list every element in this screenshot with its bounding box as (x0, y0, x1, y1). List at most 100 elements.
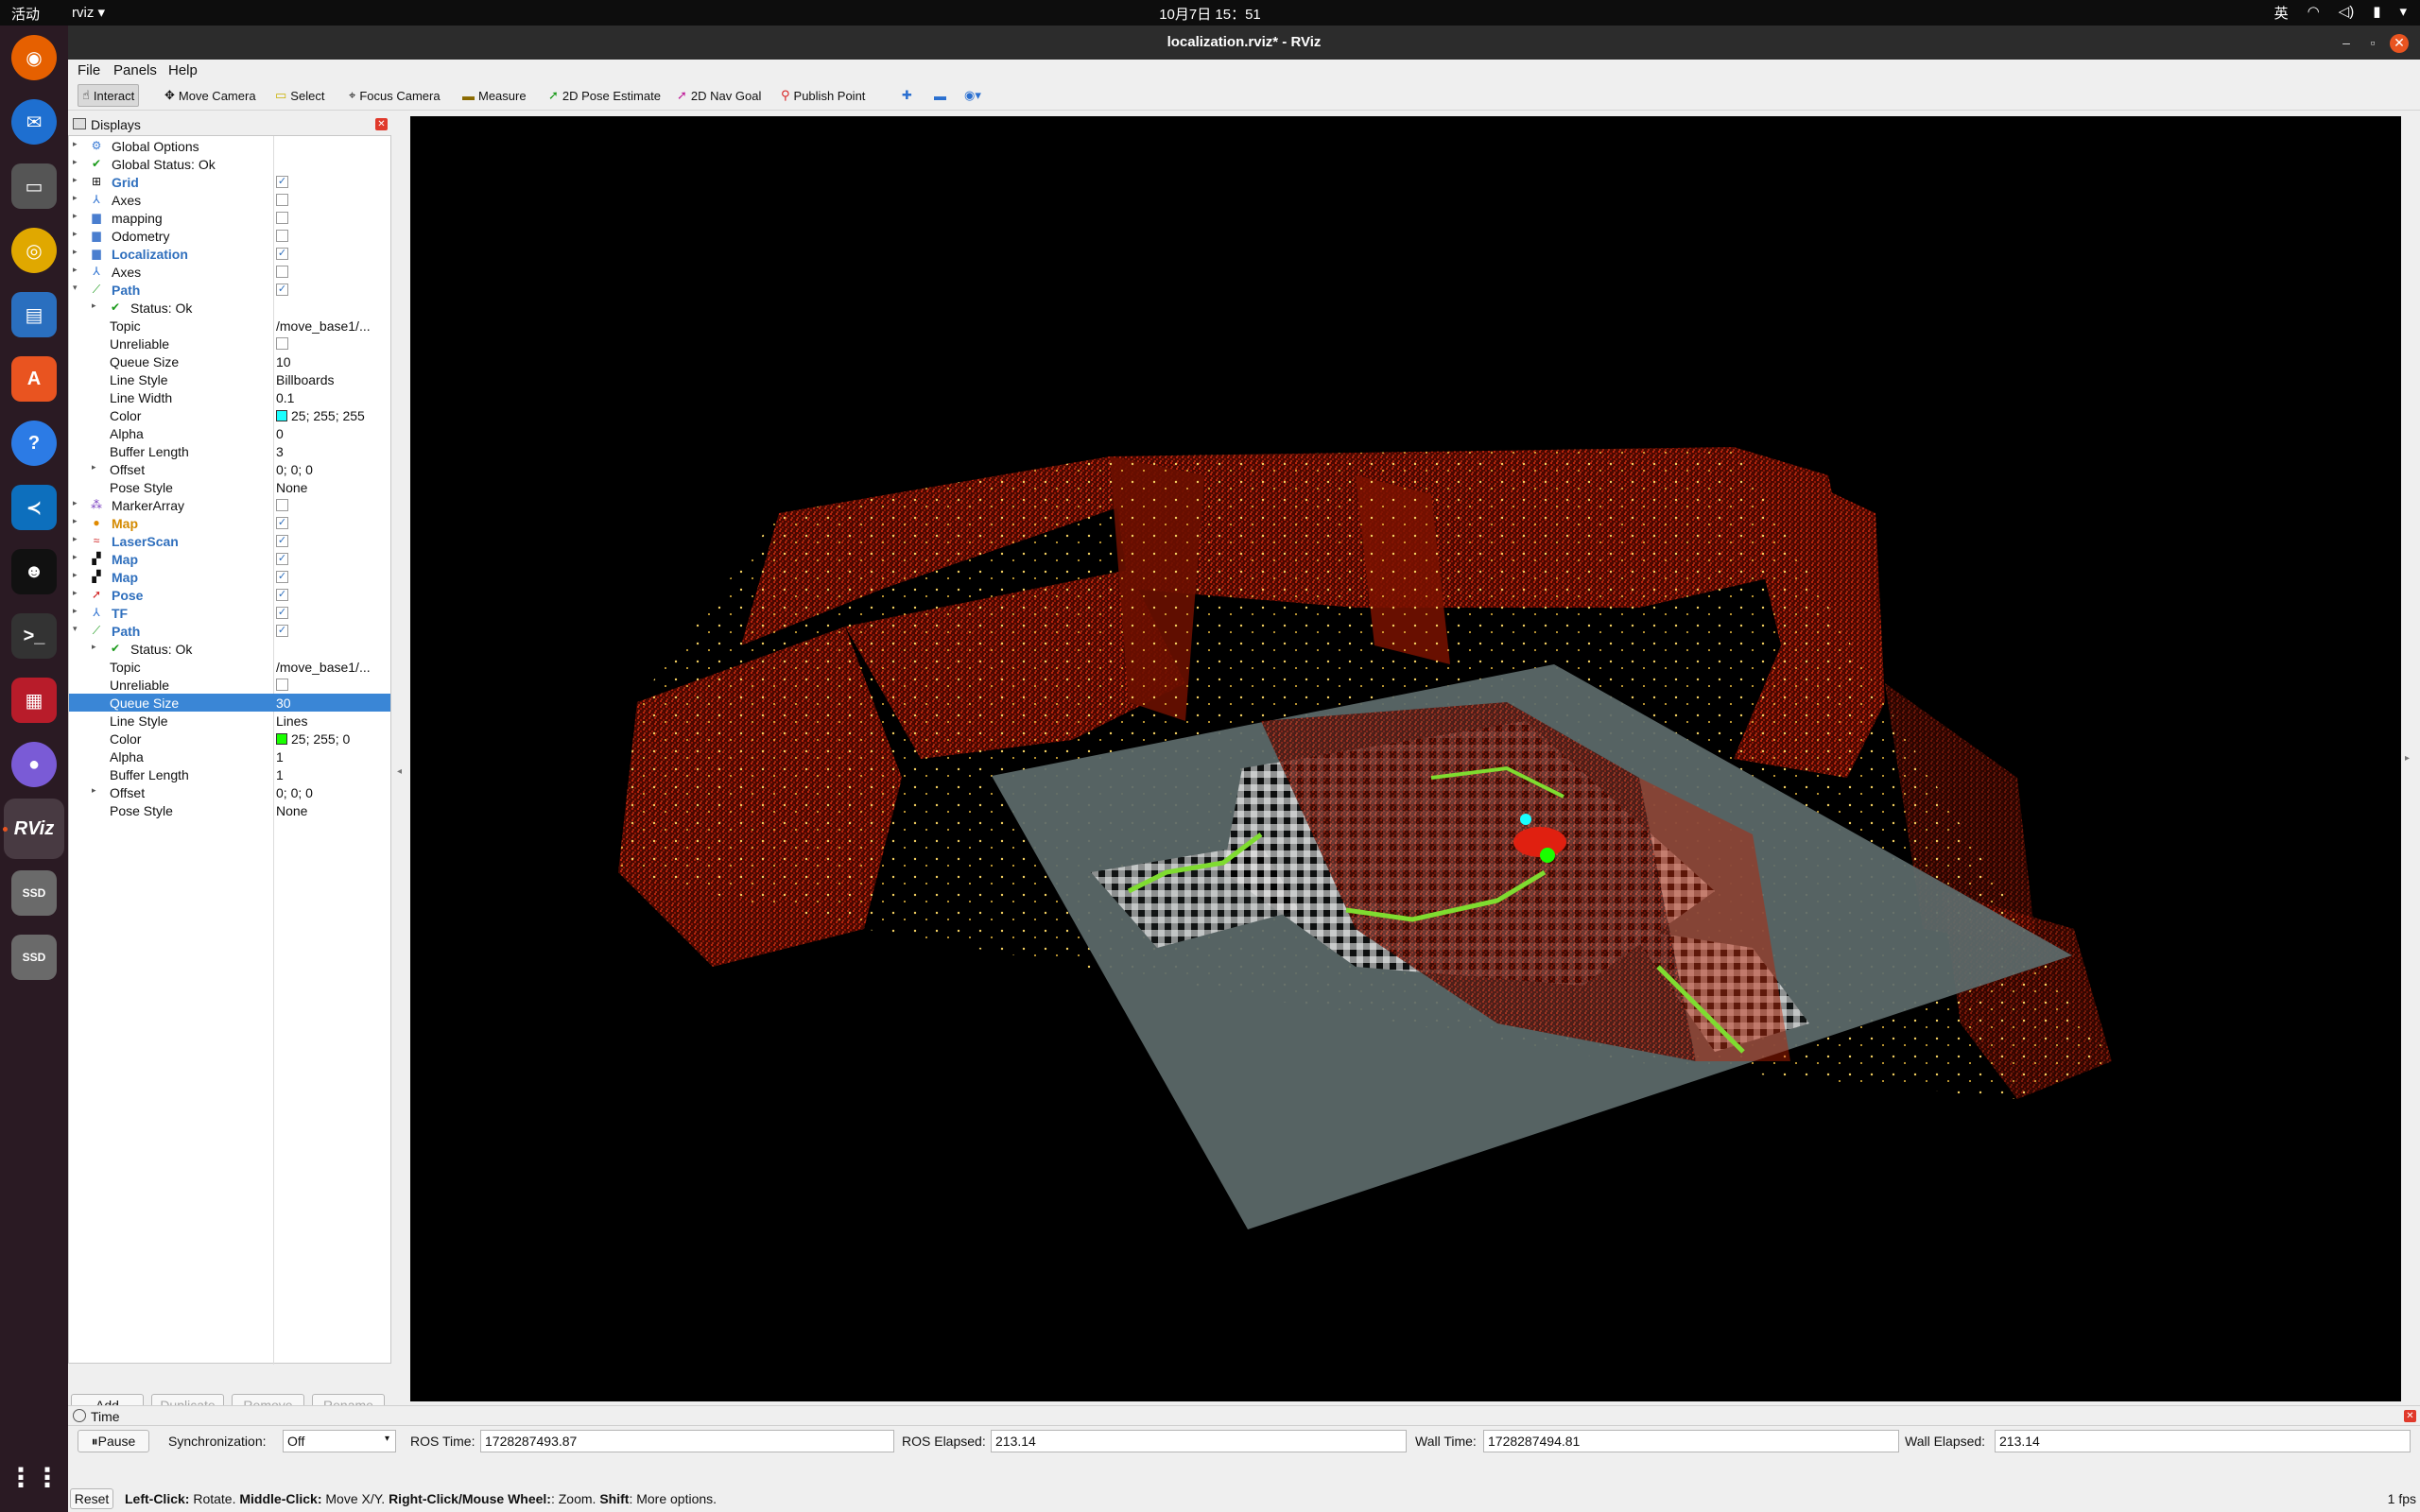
enable-checkbox[interactable]: ✓ (276, 535, 288, 547)
tree-row-property[interactable]: Line Style Billboards (69, 370, 390, 388)
ros-elapsed-field[interactable]: 213.14 (991, 1430, 1407, 1452)
ime-indicator[interactable]: 英 (2274, 3, 2289, 23)
menu-panels[interactable]: Panels (113, 62, 157, 78)
enable-checkbox[interactable] (276, 194, 288, 206)
row-value[interactable]: Billboards (276, 372, 388, 387)
maximize-icon[interactable]: ▫ (2363, 34, 2382, 53)
tree-row-mapping[interactable]: ▸ ▆ mapping (69, 209, 390, 227)
tree-row-path[interactable]: ▾ ⟋ Path ✓ (69, 281, 390, 299)
enable-checkbox[interactable] (276, 266, 288, 278)
tree-row-path[interactable]: ▾ ⟋ Path ✓ (69, 622, 390, 640)
enable-checkbox[interactable]: ✓ (276, 625, 288, 637)
tree-row-axes-2[interactable]: ▸ ⅄ Axes (69, 263, 390, 281)
tree-row-property[interactable]: Queue Size 10 (69, 352, 390, 370)
tree-row-odometry[interactable]: ▸ ▆ Odometry (69, 227, 390, 245)
menu-help[interactable]: Help (168, 62, 198, 78)
ssd-drive-icon[interactable]: SSD (11, 935, 57, 980)
rhythmbox-icon[interactable]: ◎ (11, 228, 57, 273)
clock[interactable]: 10月7日 15：51 (0, 4, 2420, 24)
interact-tool[interactable]: ☝ Interact (78, 84, 140, 107)
tree-row-status[interactable]: ▸ ✔ Status: Ok (69, 640, 390, 658)
qq-icon[interactable]: ☻ (11, 549, 57, 594)
activities-button[interactable]: 活动 (11, 4, 40, 24)
writer-icon[interactable]: ▤ (11, 292, 57, 337)
tree-row-laserscan[interactable]: ▸ ≈ LaserScan ✓ (69, 532, 390, 550)
close-panel-icon[interactable]: ✕ (2404, 1410, 2416, 1422)
tree-row-property[interactable]: Topic/move_base1/... (69, 658, 390, 676)
menu-file[interactable]: File (78, 62, 100, 78)
terminal-icon[interactable]: >_ (11, 613, 57, 659)
remove-tool-button[interactable]: ▬ (930, 84, 950, 107)
panel-splitter[interactable]: ◂ (394, 114, 410, 1431)
measure-tool[interactable]: ▬ Measure (458, 84, 530, 107)
enable-checkbox[interactable]: ✓ (276, 176, 288, 188)
tree-row-property[interactable]: Color 25; 255; 255 (69, 406, 390, 424)
expand-icon[interactable]: ▸ (73, 229, 82, 239)
tree-row-property[interactable]: Pose Style None (69, 801, 390, 819)
collapse-icon[interactable]: ▾ (73, 624, 82, 634)
tree-row-tf[interactable]: ▸ ⅄ TF ✓ (69, 604, 390, 622)
display-tree[interactable]: ▸ ⚙ Global Options ▸ ✔ Global Status: Ok ▸ ⊞ G… (68, 135, 391, 1365)
row-value[interactable]: 0.1 (276, 390, 388, 405)
expand-icon[interactable]: ▸ (73, 265, 82, 275)
unreliable-checkbox[interactable] (276, 679, 288, 691)
rosapp-icon[interactable]: ▦ (11, 678, 57, 723)
enable-checkbox[interactable] (276, 230, 288, 242)
firefox-icon[interactable]: ◉ (11, 35, 57, 80)
expand-icon[interactable]: ▸ (73, 211, 82, 221)
tree-row-property[interactable]: Line Width 0.1 (69, 388, 390, 406)
thunderbird-icon[interactable]: ✉ (11, 99, 57, 145)
row-value[interactable]: None (276, 480, 388, 495)
ssd-drive-icon[interactable]: SSD (11, 870, 57, 916)
expand-icon[interactable]: ▸ (73, 534, 82, 544)
tree-row-property[interactable]: Alpha 1 (69, 747, 390, 765)
wall-time-field[interactable]: 1728287494.81 (1483, 1430, 1899, 1452)
add-tool-button[interactable]: ✚ (898, 84, 916, 107)
focus-camera-tool[interactable]: ⌖ Focus Camera (345, 84, 444, 107)
expand-icon[interactable]: ▸ (73, 247, 82, 257)
vscode-icon[interactable]: ≺ (11, 485, 57, 530)
expand-icon[interactable]: ▸ (73, 606, 82, 616)
expand-icon[interactable]: ▸ (73, 139, 82, 149)
unreliable-checkbox[interactable] (276, 337, 288, 350)
pause-button[interactable]: ⏸Pause (78, 1430, 149, 1452)
tree-row-map[interactable]: ▸ ● Map ✓ (69, 514, 390, 532)
color-value[interactable]: 25; 255; 0 (276, 731, 388, 747)
tree-row-property[interactable]: Topic/move_base1/... (69, 317, 390, 335)
expand-icon[interactable]: ▸ (73, 498, 82, 508)
minimize-icon[interactable]: – (2337, 34, 2356, 53)
tree-row-property[interactable]: Buffer Length 1 (69, 765, 390, 783)
row-value[interactable]: 1 (276, 749, 388, 765)
enable-checkbox[interactable] (276, 499, 288, 511)
expand-icon[interactable]: ▸ (73, 193, 82, 203)
expand-icon[interactable]: ▸ (73, 175, 82, 185)
row-value[interactable]: 1 (276, 767, 388, 782)
expand-icon[interactable]: ▸ (92, 462, 101, 472)
collapse-right-icon[interactable]: ▸ (2405, 753, 2410, 764)
enable-checkbox[interactable]: ✓ (276, 517, 288, 529)
sync-select[interactable]: Off ▾ (283, 1430, 396, 1452)
tree-row-axes[interactable]: ▸ ⅄ Axes (69, 191, 390, 209)
system-tray[interactable]: 英 ◠ ◁) ▮ ▾ (2274, 3, 2407, 23)
color-value[interactable]: 25; 255; 255 (276, 408, 388, 423)
nav-goal-tool[interactable]: ➚ 2D Nav Goal (673, 84, 765, 107)
tree-row-property[interactable]: Unreliable (69, 676, 390, 694)
tree-row-map[interactable]: ▸ ▞ Map ✓ (69, 568, 390, 586)
expand-icon[interactable]: ▸ (92, 301, 101, 311)
tree-row-property[interactable]: Pose Style None (69, 478, 390, 496)
expand-icon[interactable]: ▸ (73, 157, 82, 167)
tree-row-property[interactable]: Color 25; 255; 0 (69, 730, 390, 747)
tree-row-property-selected[interactable]: Queue Size 30 (69, 694, 390, 712)
tree-row-property[interactable]: Unreliable (69, 335, 390, 352)
tree-row-pose[interactable]: ▸ ➚ Pose ✓ (69, 586, 390, 604)
enable-checkbox[interactable]: ✓ (276, 553, 288, 565)
help-icon[interactable]: ? (11, 421, 57, 466)
expand-icon[interactable]: ▸ (73, 588, 82, 598)
tree-row-property[interactable]: Buffer Length 3 (69, 442, 390, 460)
screenshot-icon[interactable]: ● (11, 742, 57, 787)
tree-row-property[interactable]: Alpha 0 (69, 424, 390, 442)
ros-time-field[interactable]: 1728287493.87 (480, 1430, 894, 1452)
tree-row-localization[interactable]: ▸ ▆ Localization ✓ (69, 245, 390, 263)
window-titlebar[interactable]: localization.rviz* - RViz – ▫ ✕ (68, 26, 2420, 60)
row-value[interactable]: Lines (276, 713, 388, 729)
